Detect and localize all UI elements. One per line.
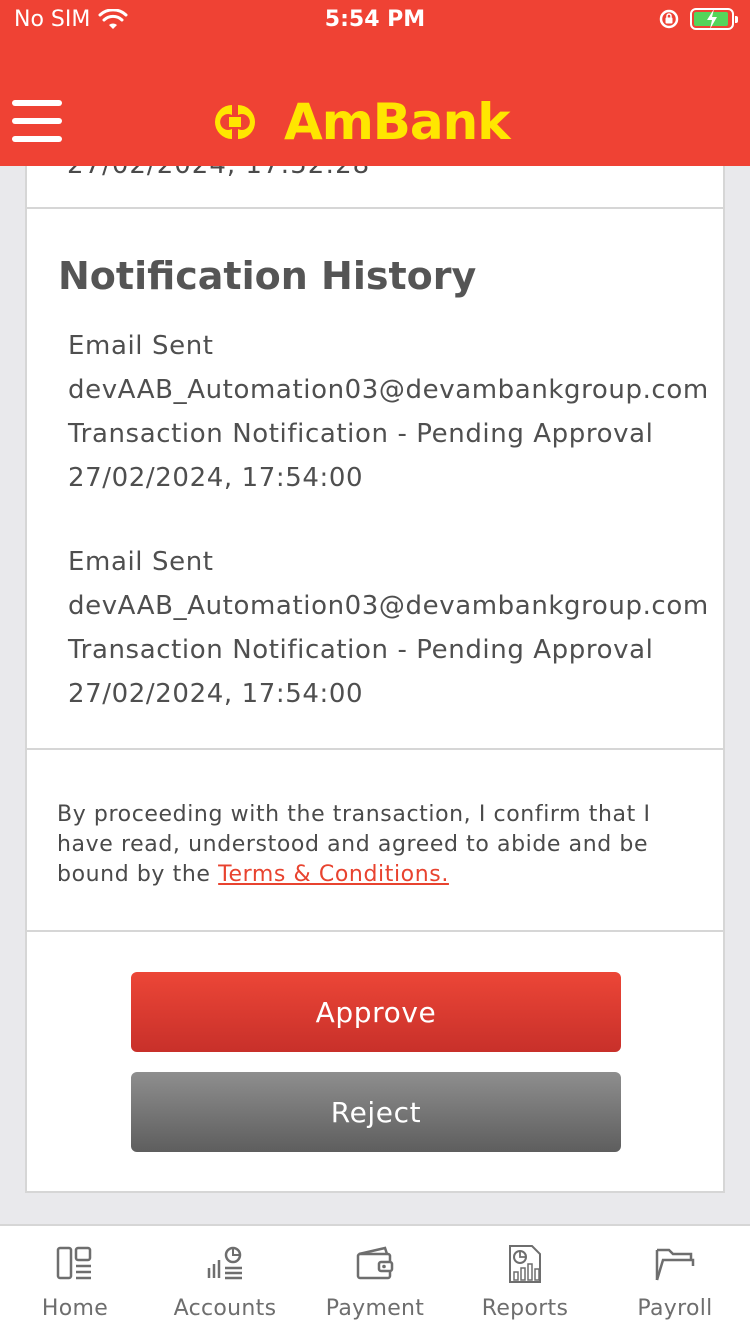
divider <box>27 207 723 209</box>
terms-statement: By proceeding with the transaction, I co… <box>57 800 707 890</box>
notification-subject: Transaction Notification - Pending Appro… <box>68 419 654 449</box>
app-screen: No SIM 5:54 PM AmBank Notification Histo… <box>0 0 750 1334</box>
notification-recipient: devAAB_Automation03@devambankgroup.com <box>68 591 709 621</box>
tab-label: Payroll <box>637 1296 713 1321</box>
status-bar: No SIM 5:54 PM <box>0 0 750 42</box>
notification-type: Email Sent <box>68 331 214 361</box>
orientation-lock-icon <box>659 9 679 29</box>
tab-label: Payment <box>325 1296 425 1321</box>
wallet-icon <box>356 1246 394 1280</box>
notification-entry: Email Sent devAAB_Automation03@devambank… <box>68 540 718 716</box>
home-icon <box>56 1246 92 1280</box>
menu-bar-middle <box>12 118 62 124</box>
battery-icon <box>690 8 738 30</box>
tab-label: Home <box>41 1296 109 1321</box>
divider <box>27 930 723 932</box>
tab-reports[interactable]: Reports <box>450 1226 600 1334</box>
notification-timestamp: 27/02/2024, 17:54:00 <box>68 679 364 709</box>
approve-button[interactable]: Approve <box>131 972 621 1052</box>
app-header: No SIM 5:54 PM AmBank <box>0 0 750 166</box>
notification-list: Email Sent devAAB_Automation03@devambank… <box>68 324 718 756</box>
reports-icon <box>509 1245 541 1283</box>
status-right <box>658 8 738 30</box>
notification-history-title: Notification History <box>58 254 477 298</box>
terms-link[interactable]: Terms & Conditions. <box>218 862 449 887</box>
divider <box>27 748 723 750</box>
notification-entry: Email Sent devAAB_Automation03@devambank… <box>68 324 718 500</box>
tab-label: Accounts <box>173 1296 277 1321</box>
menu-button[interactable] <box>12 100 62 142</box>
notification-recipient: devAAB_Automation03@devambankgroup.com <box>68 375 709 405</box>
notification-subject: Transaction Notification - Pending Appro… <box>68 635 654 665</box>
menu-bar-bottom <box>12 136 62 142</box>
notification-type: Email Sent <box>68 547 214 577</box>
transaction-detail-card: 27/02/2024, 17:52:28 Notification Histor… <box>25 130 725 1193</box>
notification-timestamp: 27/02/2024, 17:54:00 <box>68 463 364 493</box>
status-time: 5:54 PM <box>324 7 426 32</box>
accounts-icon <box>207 1246 242 1280</box>
tab-payroll[interactable]: Payroll <box>600 1226 750 1334</box>
brand-name: AmBank <box>284 93 510 151</box>
reject-button[interactable]: Reject <box>131 1072 621 1152</box>
folder-icon <box>655 1248 695 1281</box>
bottom-tab-bar: Home Accounts Payment Reports Payroll <box>0 1224 750 1334</box>
tab-label: Reports <box>481 1296 569 1321</box>
ambank-logo-icon <box>215 105 255 139</box>
tab-home[interactable]: Home <box>0 1226 150 1334</box>
menu-bar-top <box>12 100 62 106</box>
tab-payment[interactable]: Payment <box>300 1226 450 1334</box>
brand-logo: AmBank <box>196 96 510 148</box>
tab-accounts[interactable]: Accounts <box>150 1226 300 1334</box>
